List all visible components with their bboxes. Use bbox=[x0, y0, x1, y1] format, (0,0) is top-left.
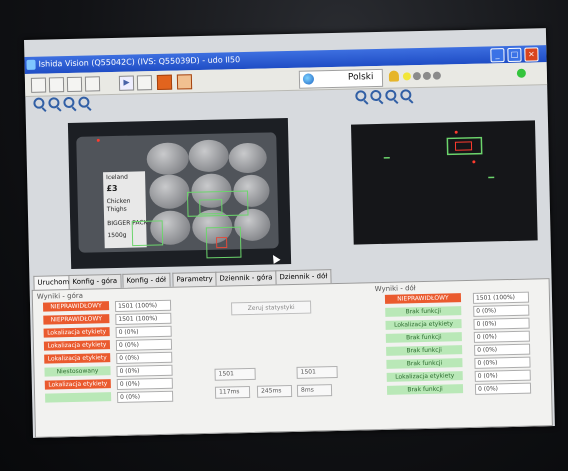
result-label: NIEPRAWIDŁOWY bbox=[384, 293, 462, 304]
tab-parametry[interactable]: Parametry bbox=[172, 271, 217, 287]
edit-icon[interactable] bbox=[84, 76, 101, 92]
marker-dot bbox=[472, 160, 476, 164]
result-label: Lokalizacja etykiety bbox=[385, 319, 462, 330]
result-label: Brak funkcji bbox=[385, 306, 462, 317]
result-value: 1501 (100%) bbox=[115, 312, 172, 325]
zoom-reset-icon[interactable] bbox=[78, 96, 90, 108]
copy-icon[interactable] bbox=[48, 77, 65, 93]
detection-box bbox=[131, 220, 164, 247]
detection-box bbox=[199, 199, 223, 215]
zoom-out-icon[interactable] bbox=[33, 97, 45, 109]
result-label: Lokalizacja etykiety bbox=[43, 340, 111, 351]
result-value: 0 (0%) bbox=[115, 338, 173, 351]
detection-box-red bbox=[216, 236, 228, 249]
result-label: NIEPRAWIDŁOWY bbox=[42, 301, 110, 312]
result-value: 0 (0%) bbox=[473, 304, 530, 317]
camera-view-top[interactable]: Iceland £3 Chicken Thighs BIGGER PACK 15… bbox=[67, 118, 292, 269]
detection-box bbox=[205, 226, 242, 259]
minimize-button[interactable]: _ bbox=[490, 48, 505, 63]
result-value: 0 (0%) bbox=[116, 364, 173, 377]
maximize-button[interactable]: □ bbox=[507, 47, 522, 63]
count-right: 1501 bbox=[296, 365, 338, 379]
result-label: Lokalizacja etykiety bbox=[43, 327, 110, 338]
result-value: 0 (0%) bbox=[115, 325, 172, 338]
time-value: 245ms bbox=[256, 385, 293, 398]
detection-box bbox=[446, 136, 483, 156]
result-label: Lokalizacja etykiety bbox=[44, 379, 111, 390]
result-label: NIEPRAWIDŁOWY bbox=[43, 314, 110, 325]
result-value: 0 (0%) bbox=[116, 377, 173, 390]
count-left: 1501 bbox=[214, 367, 256, 381]
result-value: 1501 (100%) bbox=[114, 299, 172, 313]
result-value: 0 (0%) bbox=[117, 390, 174, 403]
tab-konfig-dol[interactable]: Konfig - dół bbox=[122, 272, 171, 288]
status-led bbox=[516, 68, 526, 78]
marker-dot bbox=[96, 138, 100, 142]
reset-stats-button[interactable]: Zeruj statystyki bbox=[231, 300, 312, 316]
result-value: 0 (0%) bbox=[473, 330, 530, 343]
status-dot bbox=[412, 72, 422, 81]
camera-view-bottom[interactable] bbox=[351, 120, 538, 245]
language-selector[interactable]: Polski bbox=[298, 68, 384, 89]
detection-box bbox=[186, 190, 249, 217]
zoom-fit-icon[interactable] bbox=[385, 89, 397, 101]
time-value: 117ms bbox=[214, 385, 251, 399]
result-label bbox=[45, 392, 112, 403]
bell-icon[interactable] bbox=[388, 70, 400, 82]
result-label: Brak funkcji bbox=[386, 384, 464, 395]
result-value: 0 (0%) bbox=[474, 369, 531, 382]
app-icon bbox=[26, 59, 36, 70]
app-window: Ishida Vision (Q55042C) (IVS: Q55039D) -… bbox=[24, 28, 555, 438]
stop-icon[interactable] bbox=[156, 74, 173, 90]
result-value: 1501 (100%) bbox=[472, 291, 530, 304]
result-label: Brak funkcji bbox=[386, 358, 463, 369]
marker-icon[interactable] bbox=[176, 74, 193, 90]
marker-dot bbox=[454, 130, 458, 134]
zoom-in-icon[interactable] bbox=[370, 89, 382, 102]
zoom-reset-icon[interactable] bbox=[400, 89, 412, 101]
result-label: Brak funkcji bbox=[385, 332, 462, 343]
zoom-fit-icon[interactable] bbox=[63, 96, 75, 109]
result-label: Lokalizacja etykiety bbox=[386, 371, 463, 382]
result-value: 0 (0%) bbox=[474, 356, 531, 369]
zoom-out-icon[interactable] bbox=[355, 90, 367, 102]
refresh-icon[interactable] bbox=[136, 75, 153, 91]
results-top-title: Wyniki - góra bbox=[36, 291, 84, 301]
window-title: Ishida Vision (Q55042C) (IVS: Q55039D) -… bbox=[38, 55, 241, 69]
time-value: 8ms bbox=[296, 384, 333, 397]
result-value: 0 (0%) bbox=[473, 317, 530, 330]
result-label: Lokalizacja etykiety bbox=[44, 353, 111, 364]
tab-dziennik-gora[interactable]: Dziennik - góra bbox=[215, 270, 277, 286]
detection-box-red bbox=[454, 141, 473, 151]
results-bottom-title: Wyniki - dół bbox=[374, 284, 416, 294]
result-value: 0 (0%) bbox=[474, 382, 532, 395]
result-label: Niestosowany bbox=[44, 366, 111, 377]
status-dot bbox=[402, 72, 412, 81]
open-icon[interactable] bbox=[30, 77, 47, 93]
status-dot bbox=[432, 71, 442, 80]
play-icon[interactable]: ▶ bbox=[118, 75, 135, 91]
save-icon[interactable] bbox=[66, 76, 83, 93]
result-value: 0 (0%) bbox=[116, 351, 173, 364]
tab-dziennik-dol[interactable]: Dziennik - dół bbox=[275, 269, 332, 285]
result-value: 0 (0%) bbox=[474, 343, 531, 356]
status-dot bbox=[422, 71, 432, 80]
tab-konfig-gora[interactable]: Konfig - góra bbox=[68, 273, 122, 290]
result-label: Brak funkcji bbox=[386, 345, 463, 356]
globe-icon bbox=[302, 73, 315, 85]
close-button[interactable]: × bbox=[524, 47, 539, 62]
zoom-in-icon[interactable] bbox=[48, 97, 60, 109]
language-label: Polski bbox=[347, 72, 374, 83]
detection-overlay bbox=[383, 130, 495, 179]
detection-overlay bbox=[96, 138, 249, 259]
results-panel: Wyniki - góra NIEPRAWIDŁOWY 1501 (100%) … bbox=[31, 278, 553, 438]
